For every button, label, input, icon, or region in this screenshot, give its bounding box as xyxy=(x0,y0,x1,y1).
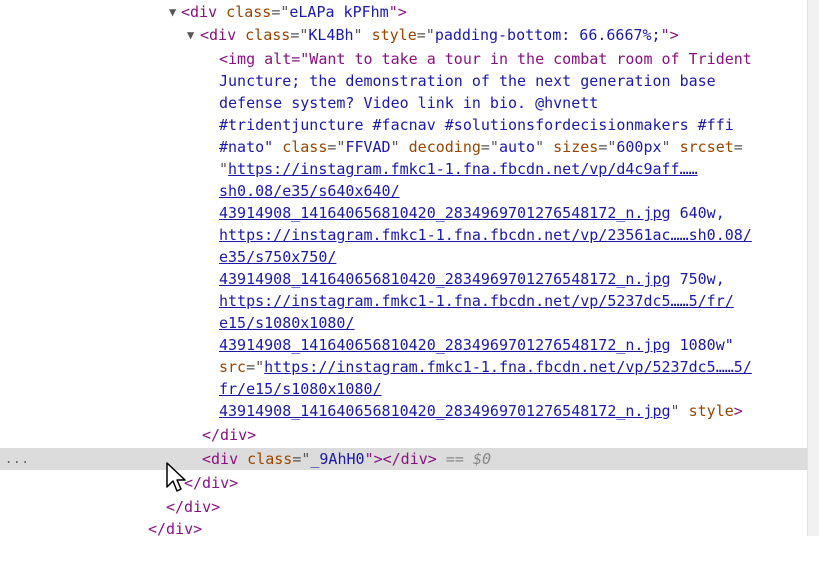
expand-triangle-icon[interactable]: ▼ xyxy=(187,24,194,46)
srcset-link[interactable]: https://instagram.fmkc1-1.fna.fbcdn.net/… xyxy=(219,290,734,312)
attr-value: eLAPa kPFhm xyxy=(289,3,389,21)
img-alt-line: #tridentjuncture #facnav #solutionsforde… xyxy=(219,116,734,134)
attr-name: class xyxy=(226,3,272,21)
expand-triangle-icon[interactable]: ▼ xyxy=(169,1,176,23)
img-alt-line: <img alt="Want to take a tour in the com… xyxy=(219,50,752,68)
src-link[interactable]: 43914908_141640656810420_283496970127654… xyxy=(219,402,671,420)
dom-node-kl4bh[interactable]: ▼ <div class="KL4Bh" style="padding-bott… xyxy=(0,24,807,46)
dom-node-selected[interactable]: ... <div class="_9AhH0"></div> == $0 xyxy=(0,448,807,470)
srcset-link[interactable]: https://instagram.fmkc1-1.fna.fbcdn.net/… xyxy=(219,224,752,246)
console-ref-badge: $0 xyxy=(472,450,491,468)
tag-open: <div xyxy=(200,26,237,44)
srcset-link[interactable]: 43914908_141640656810420_283496970127654… xyxy=(219,204,671,222)
srcset-link[interactable]: 43914908_141640656810420_283496970127654… xyxy=(219,336,671,354)
dom-close-tag[interactable]: </div> xyxy=(0,424,807,446)
mouse-pointer-icon xyxy=(166,462,186,492)
tag-open: <div xyxy=(181,3,218,21)
dom-close-tag[interactable]: </div> xyxy=(0,496,807,518)
srcset-link[interactable]: e15/s1080x1080/ xyxy=(219,312,354,334)
dom-close-tag[interactable]: </div> xyxy=(0,518,807,540)
src-link[interactable]: https://instagram.fmkc1-1.fna.fbcdn.net/… xyxy=(264,358,752,376)
img-alt-line: defense system? Video link in bio. @hvne… xyxy=(219,94,599,112)
dom-node-elapa[interactable]: ▼ <div class="eLAPa kPFhm"> xyxy=(0,1,807,23)
srcset-link[interactable]: sh0.08/e35/s640x640/ xyxy=(219,180,400,202)
more-options-icon[interactable]: ... xyxy=(5,448,30,470)
src-link[interactable]: fr/e15/s1080x1080/ xyxy=(219,378,382,400)
srcset-link[interactable]: https://instagram.fmkc1-1.fna.fbcdn.net/… xyxy=(228,160,698,178)
srcset-link[interactable]: e35/s750x750/ xyxy=(219,246,336,268)
img-alt-line: Juncture; the demonstration of the next … xyxy=(219,72,716,90)
dom-close-tag[interactable]: </div> xyxy=(0,472,807,494)
srcset-link[interactable]: 43914908_141640656810420_283496970127654… xyxy=(219,270,671,288)
vertical-scrollbar[interactable] xyxy=(807,0,819,536)
